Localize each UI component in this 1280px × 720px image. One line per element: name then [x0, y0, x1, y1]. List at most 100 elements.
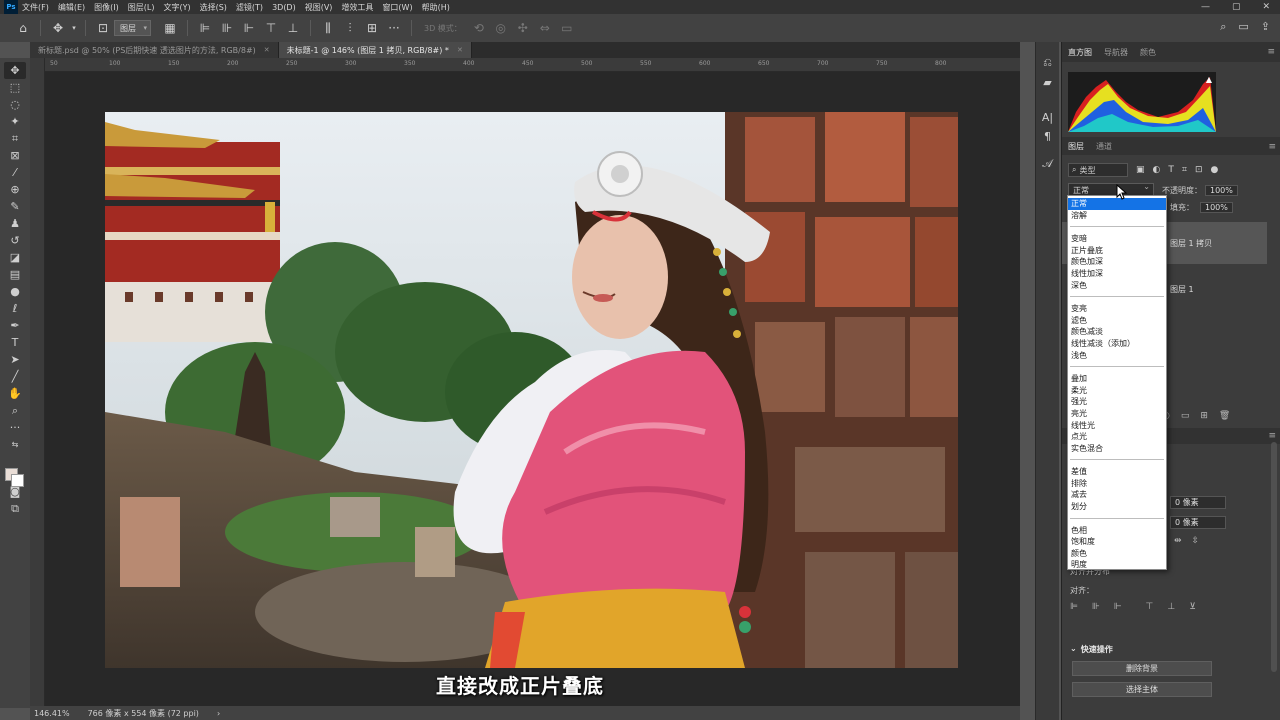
menu-select[interactable]: 选择(S) — [200, 2, 227, 13]
transform-controls-icon[interactable]: ▦ — [159, 21, 181, 35]
pixel-filter-icon[interactable]: ▣ — [1136, 165, 1145, 175]
blend-option[interactable]: 溶解 — [1068, 210, 1166, 222]
blend-option[interactable]: 叠加 — [1068, 373, 1166, 385]
align-center-icon[interactable]: ⊪ — [216, 21, 238, 35]
menu-3d[interactable]: 3D(D) — [272, 3, 296, 12]
magic-wand-icon[interactable]: ✦ — [4, 113, 26, 130]
character-panel-icon[interactable]: A| — [1039, 111, 1057, 124]
paragraph-panel-icon[interactable]: ¶ — [1039, 130, 1057, 143]
adjustment-filter-icon[interactable]: ◐ — [1153, 165, 1161, 175]
smart-object-filter-icon[interactable]: ⊡ — [1195, 165, 1203, 175]
panel-scrollbar[interactable] — [1271, 442, 1277, 672]
menu-filter[interactable]: 滤镜(T) — [236, 2, 263, 13]
crop-tool-icon[interactable]: ⌗ — [4, 130, 26, 147]
share-icon[interactable]: ⇪ — [1261, 20, 1270, 34]
panel-menu-icon[interactable]: ≡ — [1267, 47, 1275, 57]
menu-image[interactable]: 图像(I) — [94, 2, 119, 13]
menu-view[interactable]: 视图(V) — [305, 2, 333, 13]
comment-panel-icon[interactable]: ▰ — [1039, 76, 1057, 89]
flip-horizontal-icon[interactable]: ⇹ — [1174, 536, 1182, 546]
filter-toggle-icon[interactable]: ● — [1211, 165, 1219, 175]
zoom-level[interactable]: 146.41% — [34, 709, 70, 718]
close-button[interactable]: ✕ — [1262, 2, 1270, 12]
group-layer-icon[interactable]: ▭ — [1181, 411, 1190, 421]
tab-channels[interactable]: 通道 — [1096, 141, 1112, 152]
auto-select-icon[interactable]: ⊡ — [92, 21, 114, 35]
home-icon[interactable]: ⌂ — [12, 21, 34, 35]
brush-tool-icon[interactable]: ✎ — [4, 198, 26, 215]
more-tools-icon[interactable]: ··· — [4, 419, 26, 436]
move-tool-icon[interactable]: ✥ — [4, 62, 26, 79]
zoom-tool-icon[interactable]: ⌕ — [4, 402, 26, 419]
lasso-tool-icon[interactable]: ◌ — [4, 96, 26, 113]
align-middle-icon[interactable]: ⊥ — [282, 21, 304, 35]
screen-mode-icon[interactable]: ⧉ — [4, 500, 26, 517]
select-subject-button[interactable]: 选择主体 — [1072, 682, 1212, 697]
blend-option[interactable]: 变亮 — [1068, 303, 1166, 315]
blend-option[interactable]: 饱和度 — [1068, 536, 1166, 548]
menu-edit[interactable]: 编辑(E) — [58, 2, 85, 13]
blend-option[interactable]: 变暗 — [1068, 233, 1166, 245]
align-center-icon[interactable]: ⊪ — [1092, 602, 1100, 612]
canvas-area[interactable] — [45, 72, 1020, 706]
warning-icon[interactable]: ▲ — [1206, 75, 1212, 84]
align-right-icon[interactable]: ⊩ — [238, 21, 260, 35]
distribute-spacing-icon[interactable]: ⊞ — [361, 21, 383, 35]
3d-roll-icon[interactable]: ◎ — [490, 21, 512, 35]
swap-colors-icon[interactable]: ⇆ — [4, 436, 26, 453]
minimize-button[interactable]: — — [1201, 2, 1210, 12]
menu-help[interactable]: 帮助(H) — [422, 2, 450, 13]
history-panel-icon[interactable]: ⎌ — [1039, 56, 1057, 70]
tab-navigator[interactable]: 导航器 — [1104, 47, 1128, 58]
maximize-button[interactable]: ▢ — [1232, 2, 1241, 12]
blend-option[interactable]: 滤色 — [1068, 315, 1166, 327]
3d-scale-icon[interactable]: ▭ — [556, 21, 578, 35]
gradient-tool-icon[interactable]: ▤ — [4, 266, 26, 283]
eyedropper-icon[interactable]: ⁄ — [4, 164, 26, 181]
blend-option[interactable]: 排除 — [1068, 478, 1166, 490]
3d-orbit-icon[interactable]: ⟲ — [468, 21, 490, 35]
blend-option[interactable]: 浅色 — [1068, 350, 1166, 362]
path-select-icon[interactable]: ➤ — [4, 351, 26, 368]
auto-select-target-select[interactable]: 图层 — [114, 20, 151, 36]
position-y-field[interactable]: 0 像素 — [1170, 516, 1226, 529]
fill-input[interactable]: 100% — [1200, 202, 1233, 213]
panel-menu-icon[interactable]: ≡ — [1268, 431, 1276, 441]
flip-vertical-icon[interactable]: ⇳ — [1192, 536, 1200, 546]
align-middle-icon[interactable]: ⊥ — [1167, 602, 1175, 612]
blend-option-multiply[interactable]: 正片叠底 — [1068, 245, 1166, 257]
align-top-icon[interactable]: ⊤ — [260, 21, 282, 35]
blend-option[interactable]: 颜色加深 — [1068, 256, 1166, 268]
new-layer-icon[interactable]: ⊞ — [1200, 411, 1208, 421]
pen-tool-icon[interactable]: ✒ — [4, 317, 26, 334]
move-tool-icon[interactable]: ✥ — [47, 21, 69, 35]
3d-pan-icon[interactable]: ✣ — [512, 21, 534, 35]
blend-option[interactable]: 线性光 — [1068, 420, 1166, 432]
blend-option[interactable]: 颜色 — [1068, 548, 1166, 560]
blend-option[interactable]: 线性加深 — [1068, 268, 1166, 280]
blend-option[interactable]: 明度 — [1068, 559, 1166, 571]
menu-plugins[interactable]: 增效工具 — [341, 2, 373, 13]
history-brush-icon[interactable]: ↺ — [4, 232, 26, 249]
blend-option[interactable]: 色相 — [1068, 525, 1166, 537]
stamp-tool-icon[interactable]: ♟ — [4, 215, 26, 232]
blend-option[interactable]: 实色混合 — [1068, 443, 1166, 455]
type-filter-icon[interactable]: T — [1168, 165, 1174, 175]
menu-file[interactable]: 文件(F) — [22, 2, 49, 13]
blend-option[interactable]: 颜色减淡 — [1068, 326, 1166, 338]
menu-window[interactable]: 窗口(W) — [382, 2, 412, 13]
panel-menu-icon[interactable]: ≡ — [1268, 142, 1276, 152]
more-options-icon[interactable]: ··· — [383, 21, 405, 35]
delete-layer-icon[interactable]: 🗑 — [1219, 411, 1230, 421]
blend-option[interactable]: 深色 — [1068, 280, 1166, 292]
tab-histogram[interactable]: 直方图 — [1068, 47, 1092, 58]
blend-option[interactable]: 点光 — [1068, 431, 1166, 443]
blend-option[interactable]: 减去 — [1068, 489, 1166, 501]
distribute-icon[interactable]: ⫼ — [317, 21, 339, 36]
background-color-swatch[interactable] — [11, 474, 24, 487]
search-icon[interactable]: ⌕ — [1220, 20, 1226, 34]
marquee-tool-icon[interactable]: ⬚ — [4, 79, 26, 96]
status-expand-icon[interactable]: › — [217, 709, 220, 718]
blend-option[interactable]: 强光 — [1068, 396, 1166, 408]
dodge-tool-icon[interactable]: ℓ — [4, 300, 26, 317]
